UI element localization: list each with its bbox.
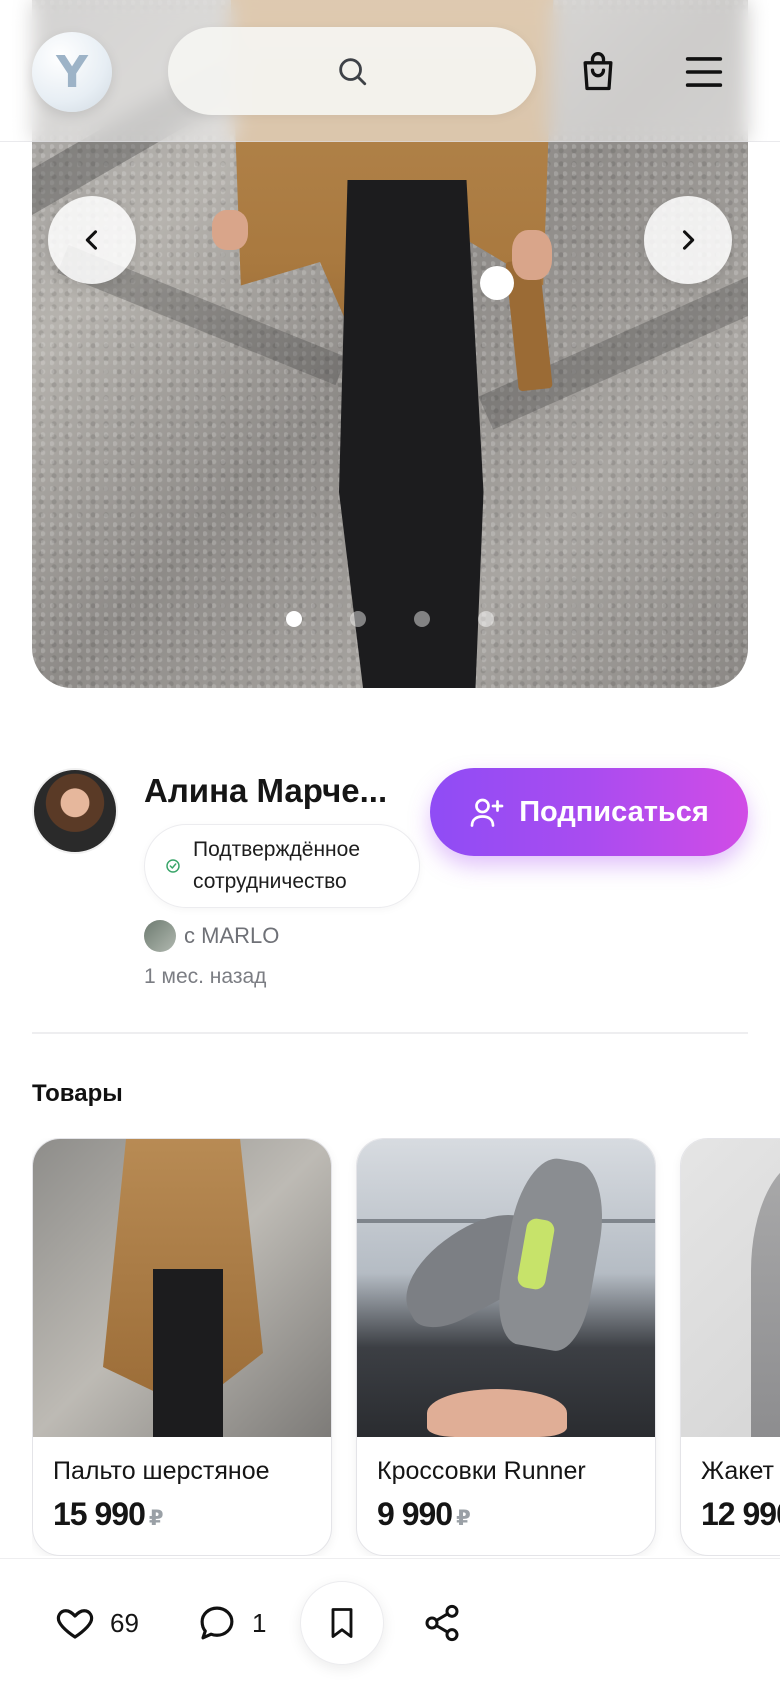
cart-button[interactable] — [568, 42, 628, 102]
gallery-dot[interactable] — [414, 611, 430, 627]
gallery-pagination — [32, 611, 748, 627]
subscribe-label: Подписаться — [519, 795, 709, 828]
check-circle-icon — [166, 859, 180, 873]
share-icon — [425, 1604, 459, 1642]
brand-text: с MARLO — [184, 923, 280, 948]
hero-photo-hand — [212, 210, 248, 250]
bookmark-icon — [331, 1608, 353, 1638]
post-action-bar: 69 1 — [0, 1558, 780, 1688]
search-bar[interactable] — [168, 27, 536, 115]
comment-button[interactable]: 1 — [196, 1595, 266, 1651]
search-icon — [339, 58, 367, 86]
product-image — [33, 1139, 331, 1437]
product-title: Кроссовки Runner — [377, 1457, 586, 1485]
hamburger-menu-icon — [685, 57, 723, 87]
product-image — [681, 1139, 780, 1437]
product-price: 12 990₽ — [701, 1496, 780, 1532]
like-button[interactable]: 69 — [54, 1595, 139, 1651]
brand-avatar — [144, 920, 176, 952]
like-count: 69 — [110, 1607, 139, 1638]
product-price: 9 990 ₽ — [377, 1496, 471, 1532]
product-image — [357, 1139, 655, 1437]
gallery-next-button[interactable] — [644, 196, 732, 284]
subscribe-button[interactable]: Подписаться — [430, 768, 748, 856]
product-card[interactable]: Пальто шерстяное 15 990 ₽ — [32, 1138, 332, 1556]
share-button[interactable] — [414, 1595, 470, 1651]
menu-button[interactable] — [674, 42, 734, 102]
gallery-dot[interactable] — [286, 611, 302, 627]
heart-icon — [56, 1609, 94, 1639]
top-header: Y — [0, 0, 780, 142]
product-card[interactable]: Жакет 12 990₽ — [680, 1138, 780, 1556]
hero-photo-hand — [512, 230, 552, 280]
verified-label: Подтверждённое сотрудничество — [193, 838, 360, 893]
product-title: Жакет — [701, 1457, 775, 1485]
author-avatar[interactable] — [32, 768, 118, 854]
chevron-left-icon — [85, 230, 98, 250]
section-divider — [32, 1032, 748, 1034]
brand-credit[interactable]: с MARLO — [144, 920, 279, 952]
product-price: 15 990 ₽ — [53, 1496, 163, 1532]
product-title: Пальто шерстяное — [53, 1457, 270, 1485]
logo-letter: Y — [56, 46, 88, 98]
product-card[interactable]: Кроссовки Runner 9 990 ₽ — [356, 1138, 656, 1556]
comment-icon — [200, 1606, 234, 1640]
hero-photo-coat-button — [480, 266, 514, 300]
shopping-bag-icon — [583, 52, 613, 91]
products-section-title: Товары — [32, 1080, 123, 1107]
gallery-dot[interactable] — [478, 611, 494, 627]
gallery-prev-button[interactable] — [48, 196, 136, 284]
verified-collaboration-badge: Подтверждённое сотрудничество — [144, 824, 420, 908]
brand-logo[interactable]: Y — [32, 32, 112, 112]
author-name[interactable]: Алина Марче... — [144, 772, 387, 810]
user-plus-icon — [470, 798, 504, 827]
bookmark-button[interactable] — [300, 1581, 384, 1665]
comment-count: 1 — [252, 1607, 267, 1638]
chevron-right-icon — [682, 230, 695, 250]
gallery-dot[interactable] — [350, 611, 366, 627]
products-carousel[interactable]: Пальто шерстяное 15 990 ₽ Кроссовки Runne… — [32, 1138, 780, 1556]
post-timestamp: 1 мес. назад — [144, 965, 267, 988]
